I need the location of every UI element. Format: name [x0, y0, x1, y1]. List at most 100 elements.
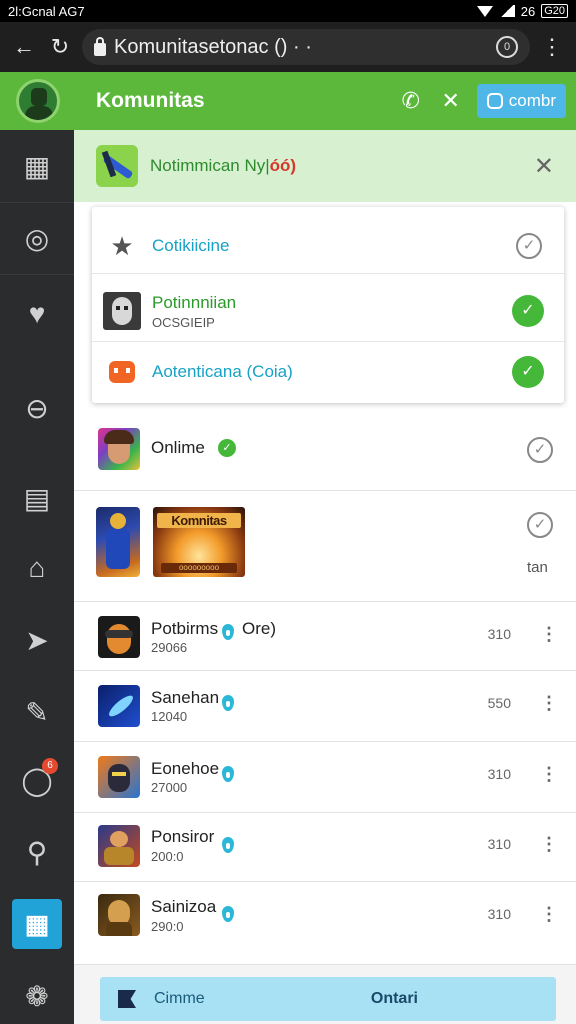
avatar[interactable] [16, 79, 60, 123]
drop-icon [220, 622, 236, 642]
notification-badge: 6 [42, 758, 58, 774]
table-row[interactable]: Potbirms Ore) 29066 310 ⋮ [74, 602, 576, 670]
list-item[interactable]: Potinnniian OCSGIEIP ✓ [92, 279, 564, 343]
banner-text: Notimmican Ny|óó) [150, 156, 534, 176]
home-icon[interactable]: ⌂ [0, 538, 74, 598]
drop-icon [220, 764, 236, 784]
close-icon[interactable]: ✕ [431, 88, 471, 114]
drop-icon [220, 693, 236, 713]
table-row[interactable]: Sanehan 12040 550 ⋮ [74, 671, 576, 741]
table-row[interactable]: Eonehoe 27000 310 ⋮ [74, 742, 576, 812]
row-name: Eonehoe [151, 759, 220, 778]
community-button-label: combr [508, 91, 556, 110]
table-row[interactable]: Sainizoa 290:0 310 ⋮ [74, 882, 576, 952]
wifi-icon [476, 5, 493, 17]
row-name-text: Potbirms [151, 619, 219, 638]
sidebar: ▦ ◎ ♥ ⊖ ▤ ⌂ ➤ ✎ ◯ 6 ⚲ ▦ ❁ [0, 130, 74, 1024]
avatar [98, 825, 140, 867]
online-status-icon: ✓ [218, 439, 236, 457]
avatar [98, 894, 140, 936]
minus-circle-icon[interactable]: ⊖ [0, 378, 74, 438]
row-subtitle: 12040 [151, 709, 188, 724]
flag-icon [118, 990, 136, 1008]
chat-icon [486, 93, 503, 109]
battery-icon: G20 [541, 4, 568, 18]
confirm-badge-icon[interactable]: ✓ [512, 295, 544, 327]
row-subtitle: 29066 [151, 640, 188, 655]
menu-kebab-icon[interactable]: ⋮ [538, 33, 566, 61]
row-subtitle: 200:0 [151, 849, 184, 864]
heart-icon[interactable]: ♥ [0, 284, 74, 344]
featured-banner-title: Komnitas [157, 513, 241, 528]
phone-icon[interactable]: ✆ [391, 88, 431, 114]
list-item-title: Aotenticana (Coia) [152, 362, 293, 381]
list-item-subtitle: OCSGIEIP [152, 314, 215, 330]
row-subtitle: 290:0 [151, 919, 184, 934]
check-circle-icon[interactable]: ✓ [527, 512, 553, 538]
more-icon[interactable]: ⋮ [540, 905, 558, 925]
stats-icon[interactable]: ▦ [0, 136, 74, 196]
check-circle-icon[interactable]: ✓ [516, 233, 542, 259]
more-icon[interactable]: ⋮ [540, 765, 558, 785]
more-icon[interactable]: ⋮ [540, 625, 558, 645]
signal-icon [498, 5, 515, 17]
list-item[interactable]: Aotenticana (Coia) ✓ [92, 343, 564, 401]
row-count: 310 [487, 836, 511, 852]
location-icon[interactable]: ◎ [0, 208, 74, 268]
game-icon [96, 145, 138, 187]
chat-bubble-icon[interactable]: ◯ 6 [0, 750, 74, 810]
status-right: 26 G20 [476, 3, 568, 19]
search-icon[interactable]: ⚲ [0, 822, 74, 882]
notification-banner[interactable]: Notimmican Ny|óó) ✕ [74, 130, 576, 202]
address-bar[interactable]: Komunitasetonac () · · 0 [82, 29, 530, 65]
status-bar: 2l:Gcnal AG7 26 G20 [0, 0, 576, 22]
row-name: Potbirms [151, 619, 218, 639]
url-text: Komunitasetonac () · · [114, 35, 312, 58]
settings-gear-icon[interactable]: ❁ [0, 966, 74, 1024]
compass-icon[interactable]: ➤ [0, 610, 74, 670]
lock-icon [94, 36, 106, 56]
page-title: Komunitas [96, 89, 205, 112]
dropdown-card: ★ Cotikiicine ✓ Potinnniian OCSGIEIP ✓ A… [92, 207, 564, 403]
bottom-bar: Cimme Ontari [74, 964, 576, 1024]
confirm-badge-icon[interactable]: ✓ [512, 356, 544, 388]
online-label: Onlime [151, 438, 205, 457]
row-subtitle: 27000 [151, 780, 188, 795]
row-count: 310 [487, 906, 511, 922]
app-root: 2l:Gcnal AG7 26 G20 ← ↻ Komunitasetonac … [0, 0, 576, 1024]
online-row[interactable]: Onlime ✓ ✓ [74, 410, 576, 490]
browser-toolbar: ← ↻ Komunitasetonac () · · 0 ⋮ [0, 22, 576, 72]
check-circle-icon[interactable]: ✓ [527, 437, 553, 463]
reload-icon[interactable]: ↻ [46, 33, 74, 61]
row-tag: Ore) [242, 619, 276, 638]
featured-banner-image: Komnitas ooooooooo [153, 507, 245, 577]
close-icon[interactable]: ✕ [534, 152, 554, 181]
row-name: Sanehan [151, 688, 220, 707]
row-count: 550 [487, 695, 511, 711]
tab-switcher-icon[interactable]: 0 [496, 36, 518, 58]
featured-row[interactable]: Komnitas ooooooooo ✓ tan [74, 491, 576, 601]
list-item[interactable]: ★ Cotikiicine ✓ [92, 217, 564, 275]
avatar [98, 756, 140, 798]
row-name: Ponsiror [151, 827, 215, 846]
robot-icon [109, 361, 135, 383]
list-item-title: Cotikiicine [152, 236, 230, 255]
comment-button[interactable]: Cimme Ontari [100, 977, 556, 1021]
drop-icon [220, 835, 236, 855]
featured-caption: tan [527, 559, 548, 576]
community-button[interactable]: combr [476, 84, 566, 118]
avatar [98, 428, 140, 470]
comment-label: Cimme [154, 990, 205, 1007]
drop-icon [220, 904, 236, 924]
mask-face-icon [103, 292, 141, 330]
document-icon[interactable]: ▤ [0, 468, 74, 528]
pen-icon[interactable]: ✎ [0, 682, 74, 742]
community-grid-icon[interactable]: ▦ [0, 894, 74, 954]
more-icon[interactable]: ⋮ [540, 835, 558, 855]
back-arrow-icon[interactable]: ← [10, 33, 38, 61]
table-row[interactable]: Ponsiror 200:0 310 ⋮ [74, 813, 576, 881]
app-header: Komunitas ✆ ✕ combr [0, 72, 576, 130]
status-right-text: 26 [520, 3, 536, 19]
more-icon[interactable]: ⋮ [540, 694, 558, 714]
star-icon: ★ [110, 230, 134, 261]
